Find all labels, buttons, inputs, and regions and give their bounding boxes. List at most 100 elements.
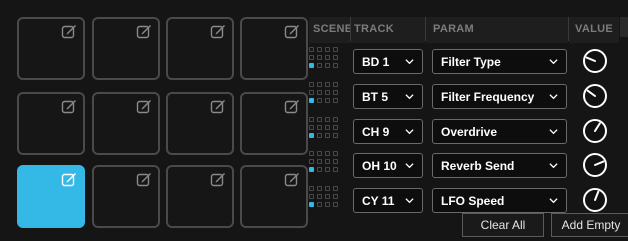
track-dropdown[interactable]: CY 11	[353, 188, 423, 213]
drum-pad[interactable]	[166, 165, 234, 228]
drum-pad[interactable]	[240, 17, 308, 80]
edit-icon[interactable]	[61, 23, 77, 39]
scene-slot[interactable]	[325, 167, 330, 172]
scene-slot[interactable]	[309, 202, 314, 207]
scene-slot[interactable]	[309, 159, 314, 164]
scene-slot[interactable]	[309, 194, 314, 199]
drum-pad[interactable]	[92, 165, 160, 228]
scene-slot[interactable]	[309, 133, 314, 138]
scene-slot[interactable]	[325, 63, 330, 68]
scene-slot[interactable]	[317, 125, 322, 130]
track-dropdown[interactable]: CH 9	[353, 119, 423, 144]
drum-pad[interactable]	[166, 17, 234, 80]
scene-slot[interactable]	[317, 55, 322, 60]
scene-slot[interactable]	[317, 63, 322, 68]
scene-slot[interactable]	[309, 55, 314, 60]
scene-slot[interactable]	[333, 117, 338, 122]
scene-slot[interactable]	[333, 47, 338, 52]
edit-icon[interactable]	[284, 98, 300, 114]
drum-pad[interactable]	[17, 92, 85, 155]
param-dropdown[interactable]: Filter Frequency	[432, 84, 567, 109]
scene-slot[interactable]	[333, 55, 338, 60]
drum-pad[interactable]	[240, 165, 308, 228]
scene-slot[interactable]	[309, 90, 314, 95]
value-knob[interactable]	[582, 187, 608, 213]
scene-slot[interactable]	[309, 82, 314, 87]
param-dropdown[interactable]: Overdrive	[432, 119, 567, 144]
scene-slot[interactable]	[317, 133, 322, 138]
scene-slot[interactable]	[317, 117, 322, 122]
value-knob[interactable]	[582, 152, 608, 178]
drum-pad[interactable]	[17, 165, 85, 228]
scene-slot[interactable]	[333, 82, 338, 87]
scene-slot[interactable]	[333, 125, 338, 130]
scene-slot[interactable]	[317, 202, 322, 207]
scene-slot[interactable]	[325, 117, 330, 122]
scene-slot[interactable]	[325, 151, 330, 156]
scene-slot[interactable]	[325, 186, 330, 191]
scene-slot[interactable]	[325, 194, 330, 199]
scene-slot[interactable]	[333, 202, 338, 207]
scene-slot[interactable]	[317, 98, 322, 103]
edit-icon[interactable]	[210, 171, 226, 187]
track-dropdown[interactable]: BT 5	[353, 84, 423, 109]
scene-slot[interactable]	[309, 167, 314, 172]
scene-slot[interactable]	[333, 133, 338, 138]
edit-icon[interactable]	[284, 23, 300, 39]
scene-slot[interactable]	[309, 98, 314, 103]
scene-slot[interactable]	[317, 194, 322, 199]
scene-slot[interactable]	[317, 167, 322, 172]
scene-slot[interactable]	[317, 90, 322, 95]
drum-pad[interactable]	[92, 92, 160, 155]
scene-slot[interactable]	[333, 194, 338, 199]
value-knob[interactable]	[582, 118, 608, 144]
scene-slot[interactable]	[325, 98, 330, 103]
scene-slot[interactable]	[325, 82, 330, 87]
edit-icon[interactable]	[61, 98, 77, 114]
edit-icon[interactable]	[136, 98, 152, 114]
edit-icon[interactable]	[136, 171, 152, 187]
scene-slot[interactable]	[317, 186, 322, 191]
edit-icon[interactable]	[210, 23, 226, 39]
add-empty-button[interactable]: Add Empty	[551, 213, 628, 237]
value-knob[interactable]	[582, 48, 608, 74]
scene-slot[interactable]	[333, 186, 338, 191]
value-knob[interactable]	[582, 83, 608, 109]
scene-slot[interactable]	[309, 117, 314, 122]
edit-icon[interactable]	[210, 98, 226, 114]
scene-slot[interactable]	[317, 151, 322, 156]
scene-slot[interactable]	[325, 90, 330, 95]
param-dropdown[interactable]: Filter Type	[432, 49, 567, 74]
scene-slot[interactable]	[309, 186, 314, 191]
drum-pad[interactable]	[166, 92, 234, 155]
scene-slot[interactable]	[333, 159, 338, 164]
scene-slot[interactable]	[309, 151, 314, 156]
scene-slot[interactable]	[317, 47, 322, 52]
scene-slot[interactable]	[309, 125, 314, 130]
scrollbar[interactable]	[620, 17, 628, 37]
scene-slot[interactable]	[333, 90, 338, 95]
edit-icon[interactable]	[284, 171, 300, 187]
edit-icon[interactable]	[136, 23, 152, 39]
track-dropdown[interactable]: OH 10	[353, 153, 423, 178]
scene-slot[interactable]	[325, 133, 330, 138]
track-dropdown[interactable]: BD 1	[353, 49, 423, 74]
scene-slot[interactable]	[333, 167, 338, 172]
scene-slot[interactable]	[325, 47, 330, 52]
edit-icon[interactable]	[61, 171, 77, 187]
scene-slot[interactable]	[333, 98, 338, 103]
drum-pad[interactable]	[240, 92, 308, 155]
scene-slot[interactable]	[317, 159, 322, 164]
clear-all-button[interactable]: Clear All	[462, 213, 544, 237]
scene-slot[interactable]	[325, 55, 330, 60]
scene-slot[interactable]	[333, 151, 338, 156]
param-dropdown[interactable]: Reverb Send	[432, 153, 567, 178]
scene-slot[interactable]	[325, 125, 330, 130]
scene-slot[interactable]	[333, 63, 338, 68]
param-dropdown[interactable]: LFO Speed	[432, 188, 567, 213]
scene-slot[interactable]	[325, 202, 330, 207]
drum-pad[interactable]	[17, 17, 85, 80]
drum-pad[interactable]	[92, 17, 160, 80]
scene-slot[interactable]	[309, 47, 314, 52]
scene-slot[interactable]	[317, 82, 322, 87]
